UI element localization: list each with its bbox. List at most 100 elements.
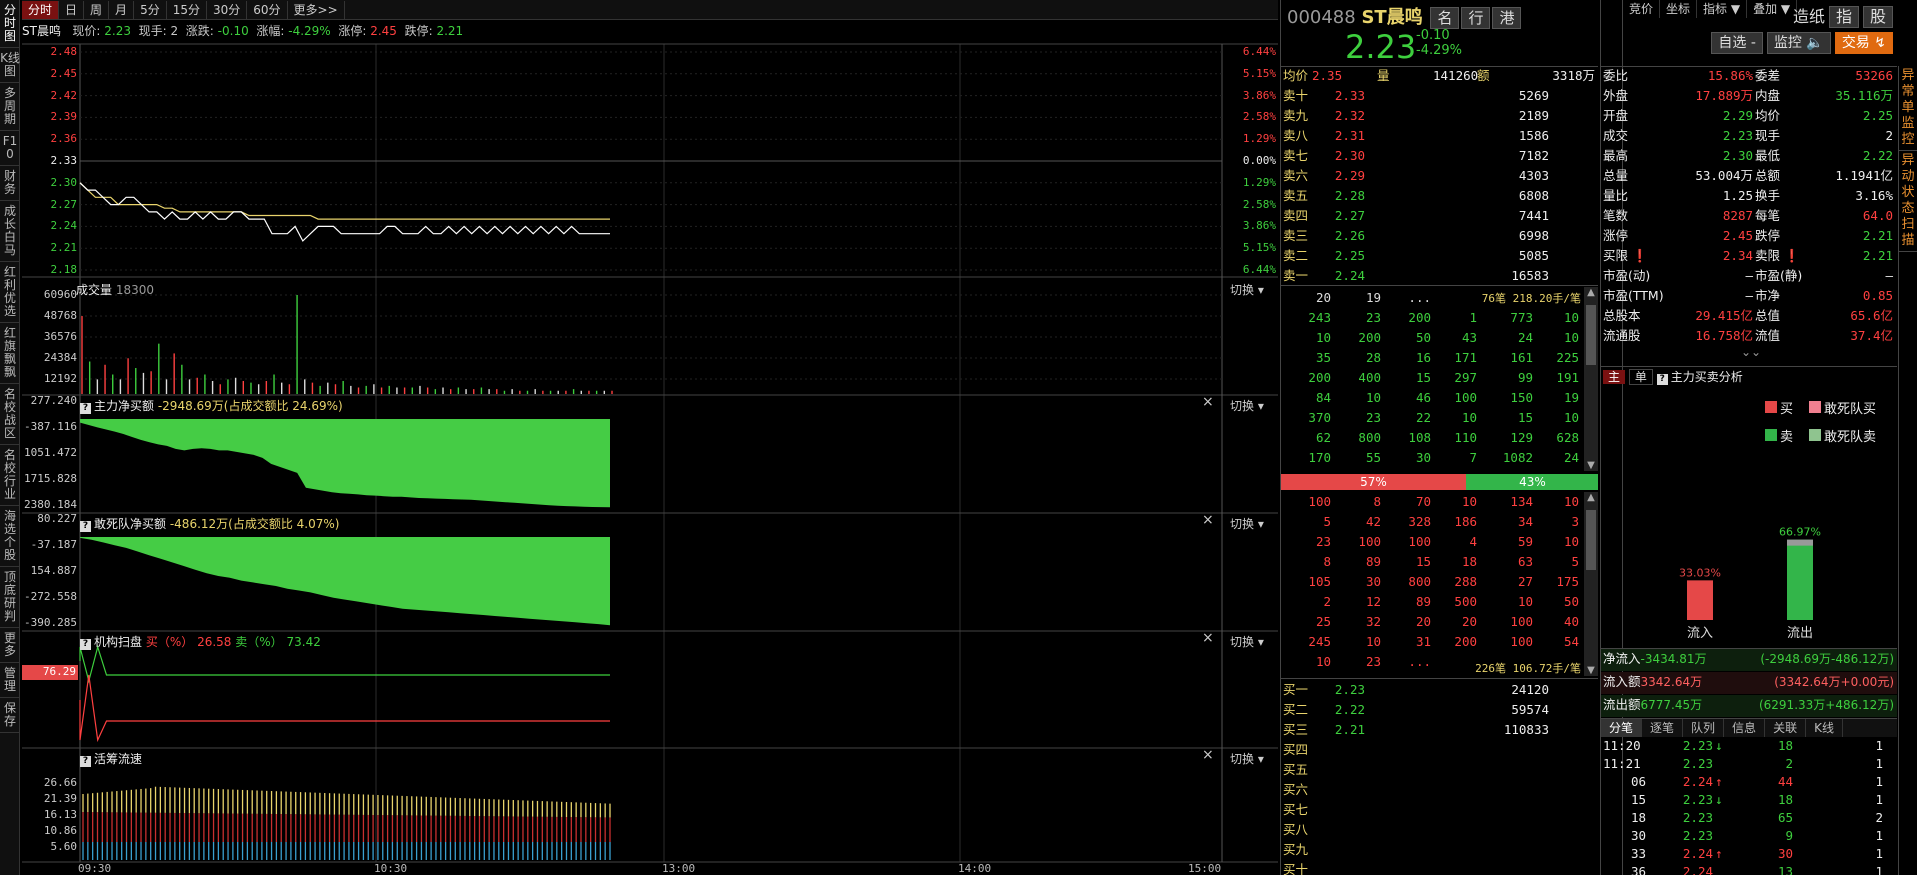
bid-row[interactable]: 买四 [1283, 740, 1593, 760]
close-icon[interactable]: × [1202, 512, 1214, 528]
tick-row: 18 2.23 65 2 [1631, 810, 1883, 825]
expand-chevron-icon[interactable]: ⌄⌄ [1741, 345, 1761, 359]
ask-queue-scrollbar[interactable]: ▲ ▼ [1584, 287, 1598, 471]
bid_queue-cell: 50 [1563, 594, 1579, 609]
ask_queue-cell: 10 [1315, 330, 1331, 345]
bid_queue-cell: 89 [1415, 594, 1431, 609]
flow-tick-0: 26.66 [43, 776, 77, 789]
sector-btn-1[interactable]: 指 [1828, 6, 1859, 28]
close-icon[interactable]: × [1202, 394, 1214, 410]
help-icon: ? [80, 521, 91, 532]
ask_queue-cell: 16 [1415, 350, 1431, 365]
close-icon[interactable]: × [1202, 630, 1214, 646]
stat-row: 涨停 2.45 跌停 2.21 [1603, 228, 1893, 243]
bid-row[interactable]: 买三 2.21 110833 [1283, 720, 1593, 740]
bid_queue-cell: 40 [1563, 614, 1579, 629]
bid_queue-cell: 5 [1571, 554, 1579, 569]
tick-tab-2[interactable]: 队列 [1683, 719, 1725, 737]
bid-row[interactable]: 买六 [1283, 780, 1593, 800]
ask_queue-cell: 46 [1415, 390, 1431, 405]
flow-tabs: 主 单 ? 主力买卖分析 [1603, 368, 1743, 385]
legend-swatch [1765, 429, 1777, 441]
ask-row[interactable]: 卖八 2.31 1586 [1283, 126, 1593, 146]
ask-row[interactable]: 卖七 2.30 7182 [1283, 146, 1593, 166]
ask_queue-cell: 171 [1454, 350, 1477, 365]
bid_queue-cell: 12 [1365, 594, 1381, 609]
ask_queue-cell: 19 [1365, 290, 1381, 305]
switch-button-4[interactable]: 切换 ▾ [1230, 750, 1264, 767]
tick-tab-0[interactable]: 分笔 [1601, 719, 1643, 737]
legend-swatch [1809, 401, 1821, 413]
price-tick-0: 2.48 [50, 45, 78, 58]
quote-tag-2[interactable]: 港 [1492, 7, 1522, 29]
switch-button-1[interactable]: 切换 ▾ [1230, 397, 1264, 414]
bid-row[interactable]: 买九 [1283, 840, 1593, 860]
bid_queue-cell: 27 [1517, 574, 1533, 589]
bid_queue-cell: 89 [1365, 554, 1381, 569]
stat-row: 最高 2.30 最低 2.22 [1603, 148, 1893, 163]
quote-tag-0[interactable]: 名 [1430, 7, 1460, 29]
switch-button-0[interactable]: 切换 ▾ [1230, 281, 1264, 298]
ask-row[interactable]: 卖三 2.26 6998 [1283, 226, 1593, 246]
ask-row[interactable]: 卖六 2.29 4303 [1283, 166, 1593, 186]
ask_queue-cell: 243 [1308, 310, 1331, 325]
bid_queue-cell: 63 [1517, 554, 1533, 569]
outflow-bar [1787, 539, 1813, 620]
ask-row[interactable]: 卖五 2.28 6808 [1283, 186, 1593, 206]
bid_queue-cell: 100 [1510, 614, 1533, 629]
tick-row: 15 2.23 ↓ 18 1 [1631, 792, 1883, 807]
bid-queue-scrollbar[interactable]: ▲ ▼ [1584, 492, 1598, 676]
ask_queue-cell: 15 [1517, 410, 1533, 425]
tab-single[interactable]: 单 [1628, 369, 1653, 385]
area1-tick-4: 2380.184 [24, 498, 77, 511]
bid-row[interactable]: 买八 [1283, 820, 1593, 840]
ask_queue-cell: 62 [1315, 430, 1331, 445]
bid-row[interactable]: 买二 2.22 59574 [1283, 700, 1593, 720]
ask_queue-cell: 22 [1415, 410, 1431, 425]
bid-row[interactable]: 买一 2.23 24120 [1283, 680, 1593, 700]
close-icon[interactable]: × [1202, 747, 1214, 763]
switch-button-2[interactable]: 切换 ▾ [1230, 515, 1264, 532]
ask-row[interactable]: 卖二 2.25 5085 [1283, 246, 1593, 266]
bid-row[interactable]: 买五 [1283, 760, 1593, 780]
op-btn-1[interactable]: 监控 🔈 [1766, 32, 1831, 54]
ask_queue-cell: 1082 [1502, 450, 1533, 465]
ask_queue-cell: ... [1408, 290, 1431, 305]
ask-row[interactable]: 卖九 2.32 2189 [1283, 106, 1593, 126]
tab-main[interactable]: 主 [1603, 370, 1626, 384]
bid_queue-cell: 31 [1415, 634, 1431, 649]
quote-tag-1[interactable]: 行 [1461, 7, 1491, 29]
tick-tab-5[interactable]: K线 [1806, 719, 1843, 737]
tick-tab-4[interactable]: 关联 [1765, 719, 1807, 737]
bid_queue-cell: 5 [1323, 514, 1331, 529]
quote-price: 2.23 [1345, 28, 1417, 66]
ask_queue-cell: 161 [1510, 350, 1533, 365]
op-btn-0[interactable]: 自选 - [1711, 32, 1763, 54]
switch-button-3[interactable]: 切换 ▾ [1230, 633, 1264, 650]
bid-row[interactable]: 买七 [1283, 800, 1593, 820]
bid_queue-cell: 100 [1308, 494, 1331, 509]
tick-tab-3[interactable]: 信息 [1724, 719, 1766, 737]
bid_queue-cell: 10 [1517, 594, 1533, 609]
price-tick-4: 2.36 [50, 132, 78, 146]
tick-tab-1[interactable]: 逐笔 [1642, 719, 1684, 737]
time-tick-1: 10:30 [374, 862, 408, 875]
ask-row[interactable]: 卖十 2.33 5269 [1283, 86, 1593, 106]
bid_queue-cell: 500 [1454, 594, 1477, 609]
ask_queue-cell: 10 [1365, 390, 1381, 405]
ask-row[interactable]: 卖四 2.27 7441 [1283, 206, 1593, 226]
tick-row: 33 2.24 ↑ 30 1 [1631, 846, 1883, 861]
bid_queue-cell: 100 [1510, 634, 1533, 649]
bid-row[interactable]: 买十 [1283, 860, 1593, 875]
arrow-icon: ↓ [1715, 738, 1723, 753]
ask-row[interactable]: 卖一 2.24 16583 [1283, 266, 1593, 286]
op-btn-2[interactable]: 交易 ↯ [1834, 32, 1893, 54]
legend-item-1: 敢死队买 [1809, 398, 1876, 417]
sector-btn-0[interactable]: 造纸 [1793, 7, 1825, 26]
bid_queue-cell: 200 [1454, 634, 1477, 649]
far-right-tab-1[interactable]: 异动状态扫描 [1899, 151, 1917, 252]
flow-tick-2: 16.13 [43, 808, 77, 821]
far-right-tab-0[interactable]: 异常单监控 [1899, 66, 1917, 151]
time-tick-4: 15:00 [1188, 862, 1222, 875]
sector-btn-2[interactable]: 股 [1862, 6, 1893, 28]
